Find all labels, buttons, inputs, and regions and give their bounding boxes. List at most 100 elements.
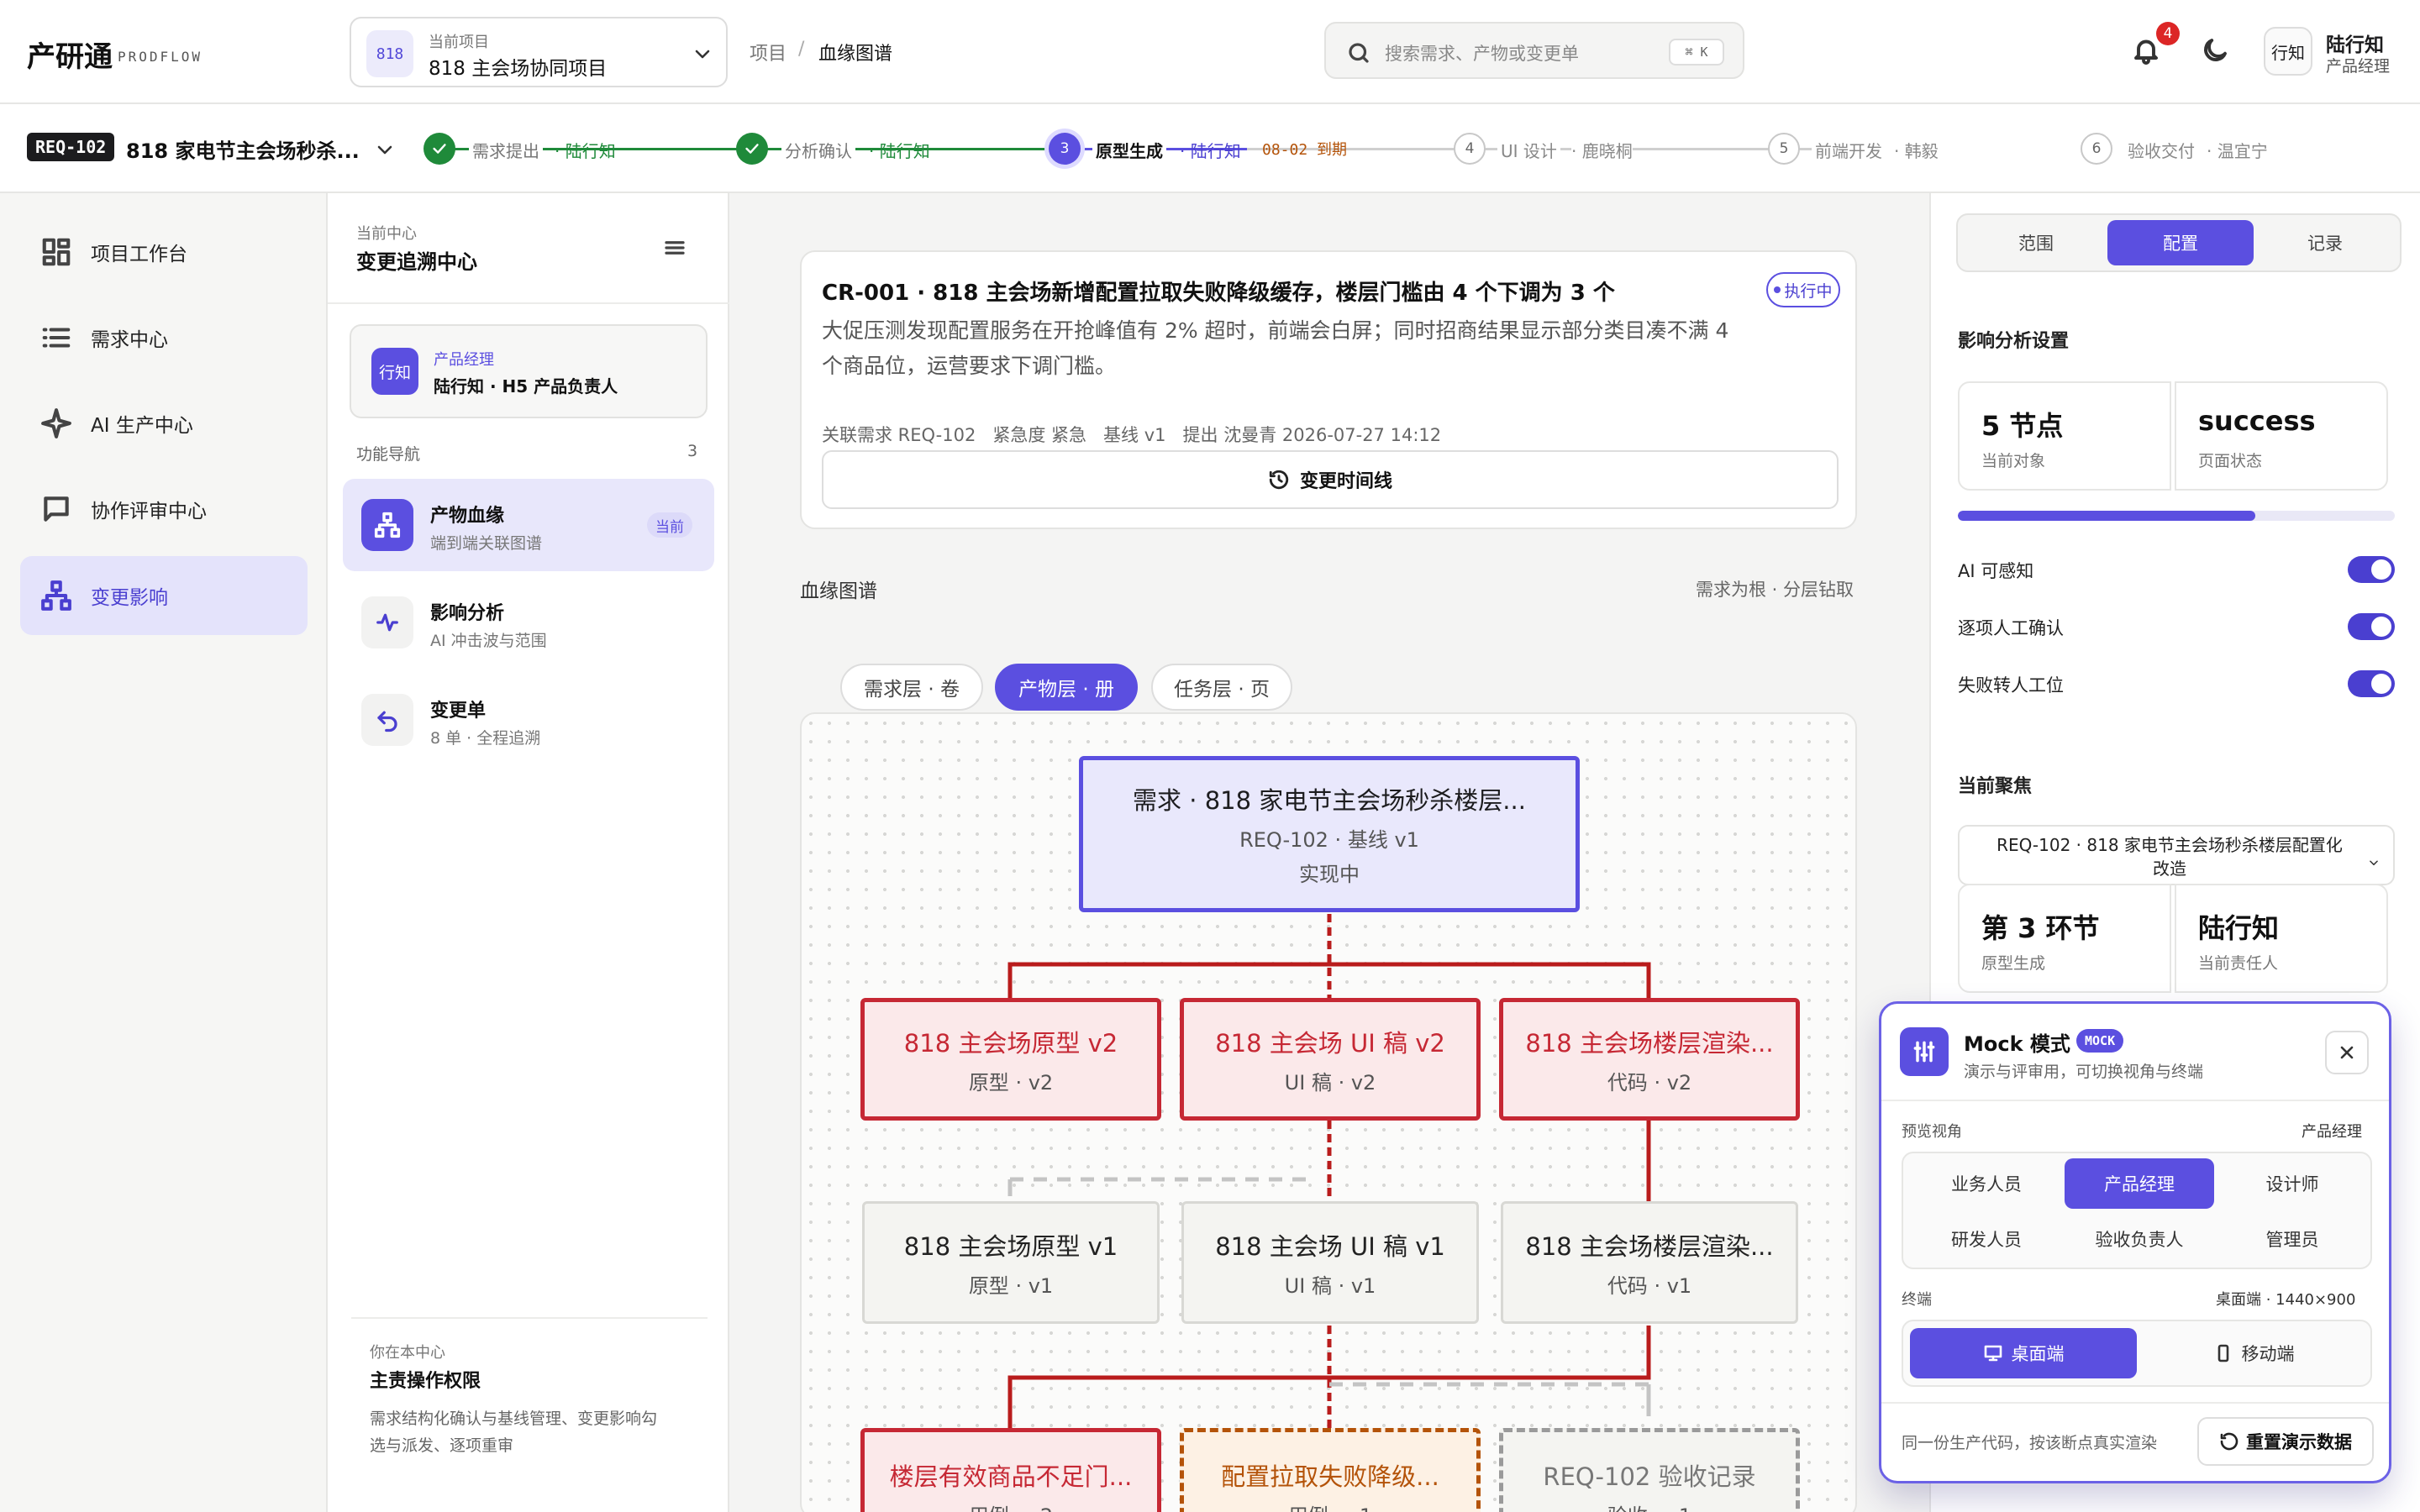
focus-select[interactable]: REQ-102 · 818 家电节主会场秒杀楼层配置化 改造 — [1958, 825, 2395, 885]
role-developer[interactable]: 研发人员 — [1912, 1214, 2061, 1264]
mock-mode-panel: Mock 模式 MOCK 演示与评审用，可切换视角与终端 预览视角 产品经理 业… — [1879, 1001, 2391, 1483]
fn-item-lineage[interactable]: 产物血缘 端到端关联图谱 当前 — [343, 479, 714, 571]
project-caption: 当前项目 — [429, 34, 489, 51]
chevron-down-icon — [695, 50, 710, 59]
brand-logo[interactable]: 产研通 — [27, 34, 113, 75]
toggle-fallback-manual[interactable] — [2348, 670, 2395, 697]
breadcrumb-projects[interactable]: 项目 — [750, 39, 786, 66]
tab-config[interactable]: 配置 — [2107, 220, 2254, 265]
step-1-name: 需求提出 — [469, 138, 543, 162]
tab-task-layer[interactable]: 任务层 · 页 — [1151, 664, 1292, 711]
role-product-manager[interactable]: 产品经理 — [2065, 1158, 2214, 1209]
stat-value: success — [2198, 405, 2316, 437]
status-label: 执行中 — [1784, 281, 1833, 301]
step-5-name: 前端开发 — [1812, 138, 1886, 162]
step-2-node[interactable] — [736, 133, 768, 165]
breadcrumb-separator: / — [798, 39, 805, 60]
fn-item-change-orders[interactable]: 变更单 8 单 · 全程追溯 — [343, 674, 714, 766]
step-4-name: UI 设计 — [1497, 138, 1560, 162]
terminal-desktop[interactable]: 桌面端 — [1910, 1328, 2137, 1378]
status-dot-icon — [1774, 286, 1781, 293]
node-title: 楼层有效商品不足门... — [889, 1462, 1133, 1491]
terminal-desktop-label: 桌面端 — [2011, 1344, 2065, 1364]
reset-demo-button[interactable]: 重置演示数据 — [2197, 1417, 2374, 1466]
sidebar-item-requirements[interactable]: 需求中心 — [20, 299, 308, 376]
toggle-ai-aware[interactable] — [2348, 556, 2395, 583]
lineage-node-prototype-v2[interactable]: 818 主会场原型 v2 原型 · v2 — [860, 998, 1161, 1121]
step-1-owner: · 陆行知 — [555, 141, 616, 161]
step-1-node[interactable] — [424, 133, 455, 165]
brand-subtitle: PRODFLOW — [118, 49, 203, 65]
breadcrumb-current: 血缘图谱 — [818, 44, 893, 65]
tab-artifact-layer[interactable]: 产物层 · 册 — [995, 664, 1138, 711]
toggle-label: AI 可感知 — [1958, 561, 2034, 581]
fn-item-impact-analysis[interactable]: 影响分析 AI 冲击波与范围 — [343, 576, 714, 669]
lineage-node-root[interactable]: 需求 · 818 家电节主会场秒杀楼层... REQ-102 · 基线 v1 实… — [1079, 756, 1580, 912]
sidebar-item-workbench[interactable]: 项目工作台 — [20, 213, 308, 291]
toggle-manual-confirm[interactable] — [2348, 613, 2395, 640]
node-title: 配置拉取失败降级... — [1221, 1462, 1439, 1491]
lineage-node-prototype-v1[interactable]: 818 主会场原型 v1 原型 · v1 — [862, 1201, 1160, 1324]
section-label: 功能导航 — [356, 445, 421, 464]
avatar[interactable]: 行知 — [2264, 27, 2312, 76]
step-4-owner: · 鹿晓桐 — [1571, 138, 1633, 162]
tab-scope[interactable]: 范围 — [1963, 220, 2109, 265]
tab-records[interactable]: 记录 — [2252, 220, 2398, 265]
lineage-node-acceptance[interactable]: REQ-102 验收记录 验收 · v1 — [1499, 1428, 1800, 1512]
node-title: 818 主会场原型 v2 — [903, 1028, 1118, 1058]
search-input[interactable]: 搜索需求、产物或变更单 ⌘ K — [1324, 22, 1744, 79]
moon-icon[interactable] — [2200, 35, 2230, 66]
node-title: 818 主会场 UI 稿 v1 — [1215, 1231, 1445, 1261]
lineage-node-ui-v2[interactable]: 818 主会场 UI 稿 v2 UI 稿 · v2 — [1180, 998, 1481, 1121]
user-role: 产品经理 — [434, 351, 494, 369]
timeline-button[interactable]: 变更时间线 — [822, 450, 1839, 509]
chevron-down-icon — [2370, 860, 2378, 866]
change-request-meta: 关联需求 REQ-102 紧急度 紧急 基线 v1 提出 沈曼青 2026-07… — [822, 425, 1442, 445]
edge-root-proto2 — [1007, 962, 1329, 998]
stat-value: 5 节点 — [1981, 410, 2064, 442]
lineage-node-testcase-v1[interactable]: 配置拉取失败降级... 用例 · v1 — [1180, 1428, 1481, 1512]
role-acceptance-owner[interactable]: 验收负责人 — [2065, 1214, 2214, 1264]
footer-note: 同一份生产代码，按该断点真实渲染 — [1902, 1434, 2158, 1452]
step-5-node[interactable]: 5 — [1768, 133, 1800, 165]
sidebar-item-change-impact[interactable]: 变更影响 — [20, 556, 308, 635]
chevron-down-icon[interactable] — [375, 139, 395, 160]
avatar: 行知 — [371, 348, 418, 395]
check-icon — [433, 144, 446, 154]
lineage-section-title: 血缘图谱 — [800, 580, 877, 602]
project-selector[interactable]: 818 当前项目 818 主会场协同项目 — [350, 17, 728, 87]
view-value: 产品经理 — [2302, 1123, 2362, 1141]
node-subtitle: 原型 · v1 — [968, 1273, 1054, 1298]
lineage-node-code-v1[interactable]: 818 主会场楼层渲染... 代码 · v1 — [1501, 1201, 1798, 1324]
node-title: 需求 · 818 家电节主会场秒杀楼层... — [1133, 786, 1526, 815]
lineage-node-ui-v1[interactable]: 818 主会场 UI 稿 v1 UI 稿 · v1 — [1181, 1201, 1479, 1324]
project-badge: 818 — [366, 30, 413, 77]
sidebar-item-label: 项目工作台 — [91, 244, 187, 265]
tab-requirement-layer[interactable]: 需求层 · 卷 — [840, 664, 983, 711]
terminal-mobile[interactable]: 移动端 — [2140, 1328, 2367, 1378]
history-icon — [1269, 470, 1289, 490]
requirement-code: REQ-102 — [27, 133, 115, 161]
node-subtitle: UI 稿 · v2 — [1284, 1070, 1376, 1095]
role-admin[interactable]: 管理员 — [2217, 1214, 2367, 1264]
sidebar-item-review[interactable]: 协作评审中心 — [20, 470, 308, 548]
lineage-node-code-v2[interactable]: 818 主会场楼层渲染... 代码 · v2 — [1499, 998, 1800, 1121]
bell-icon[interactable] — [2131, 35, 2161, 66]
role-designer[interactable]: 设计师 — [2217, 1158, 2367, 1209]
mock-badge: MOCK — [2076, 1029, 2124, 1053]
timeline-button-label: 变更时间线 — [1299, 471, 1392, 492]
change-request-description: 个商品位，运营要求下调门槛。 — [822, 354, 1117, 378]
step-4-node[interactable]: 4 — [1454, 133, 1486, 165]
lineage-node-testcase-v2[interactable]: 楼层有效商品不足门... 用例 · v2 — [860, 1428, 1161, 1512]
node-subtitle: 用例 · v1 — [1288, 1499, 1372, 1512]
step-3-node[interactable]: 3 — [1049, 133, 1081, 165]
close-button[interactable] — [2325, 1031, 2369, 1074]
role-business[interactable]: 业务人员 — [1912, 1158, 2061, 1209]
step-6-node[interactable]: 6 — [2081, 133, 2112, 165]
toggle-label: 失败转人工位 — [1958, 675, 2064, 696]
sidebar: 项目工作台 需求中心 AI 生产中心 协作评审中心 变更影响 — [0, 193, 328, 1512]
node-subtitle: 验收 · v1 — [1607, 1499, 1691, 1512]
sidebar-item-label: AI 生产中心 — [91, 415, 193, 437]
menu-icon[interactable] — [662, 235, 687, 260]
sidebar-item-ai-production[interactable]: AI 生产中心 — [20, 385, 308, 462]
